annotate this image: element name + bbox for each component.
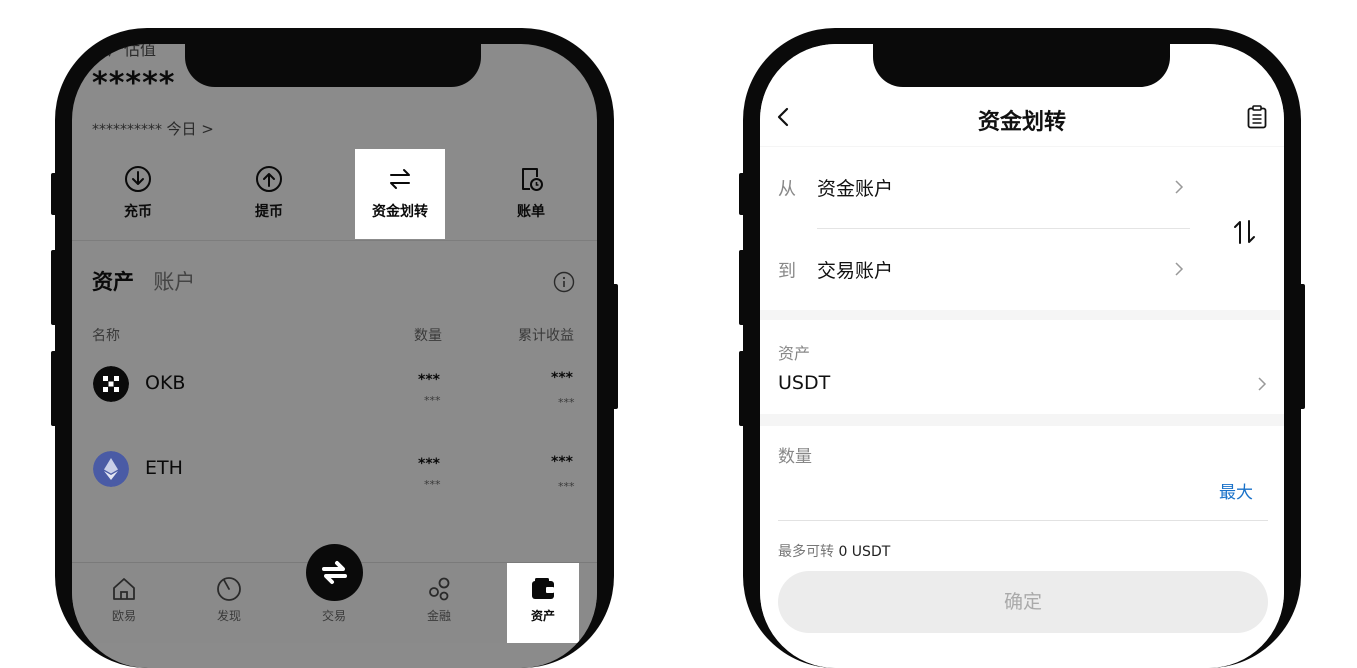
from-account-row[interactable]: 从 资金账户: [760, 147, 1194, 227]
amount-card: 数量 最大 最多可转 0 USDT 确定: [760, 426, 1284, 668]
transfer-accounts-card: 从 资金账户 到 交易账户: [760, 147, 1284, 310]
to-account-row[interactable]: 到 交易账户: [760, 229, 1194, 309]
profit-mask: ***: [551, 370, 573, 386]
column-name-header: 名称: [92, 328, 120, 344]
asset-select-row[interactable]: 资产 USDT: [760, 320, 1284, 414]
tab-assets-nav-label: 资产: [530, 609, 555, 623]
coin-name: OKB: [145, 372, 186, 394]
withdraw-button[interactable]: 提币: [224, 149, 314, 239]
tab-assets[interactable]: 资产: [92, 270, 134, 294]
volume-down-button: [739, 351, 745, 426]
confirm-button[interactable]: 确定: [778, 571, 1268, 633]
available-value: 0 USDT: [838, 544, 891, 560]
power-button: [1299, 284, 1305, 409]
available-label: 最多可转: [778, 544, 834, 560]
amount-label: 数量: [778, 447, 812, 467]
bill-button[interactable]: 账单: [486, 149, 576, 239]
notch: [185, 44, 481, 87]
withdraw-label: 提币: [255, 204, 283, 220]
nav-header: 资金划转: [760, 84, 1284, 146]
notch: [873, 44, 1170, 87]
today-label: 今日 >: [166, 120, 214, 138]
profit-mask: ***: [551, 454, 573, 470]
amount-underline: [778, 520, 1268, 521]
trade-fab[interactable]: [306, 544, 363, 601]
record-icon[interactable]: [1246, 105, 1268, 129]
chevron-right-icon: [1175, 180, 1184, 194]
tab-accounts[interactable]: 账户: [153, 270, 195, 294]
amount-sub-mask: ***: [424, 478, 441, 491]
tab-home[interactable]: 欧易: [88, 563, 160, 643]
transfer-button[interactable]: 资金划转: [355, 149, 445, 239]
divider: [72, 240, 597, 241]
phone-frame-left: 资产估值 ***** ********** 今日 > 充币 提币 资金划转 账单…: [51, 28, 618, 668]
transfer-icon: [390, 169, 410, 189]
asset-tabs: 资产 账户: [92, 266, 195, 296]
wallet-icon: [532, 578, 554, 599]
page-title: 资金划转: [977, 110, 1066, 135]
info-icon[interactable]: [553, 271, 575, 293]
volume-up-button: [739, 250, 745, 325]
asset-label: 资产: [778, 344, 811, 363]
max-button[interactable]: 最大: [1219, 478, 1253, 503]
available-amount: 最多可转 0 USDT: [778, 541, 890, 561]
tab-finance[interactable]: 金融: [403, 563, 475, 643]
bill-icon: [522, 168, 543, 191]
from-label: 从: [778, 179, 796, 200]
column-profit-header: 累计收益: [518, 328, 574, 344]
mute-switch: [739, 173, 745, 215]
tab-finance-label: 金融: [426, 609, 451, 623]
trade-icon: [322, 561, 347, 584]
phone-frame-right: 资金划转 从 资金账户 到 交易账户 资产 USDT 数量 最大 最多可转 0 …: [739, 28, 1305, 668]
chevron-right-icon: [1175, 262, 1184, 276]
amount-mask: ***: [418, 456, 440, 472]
discover-icon: [217, 577, 241, 601]
amount-input[interactable]: [778, 470, 1214, 502]
coin-row-eth[interactable]: ETH *** *** *** ***: [72, 434, 597, 504]
tab-discover-label: 发现: [216, 609, 241, 623]
asset-value: USDT: [778, 372, 831, 394]
to-label: 到: [778, 261, 796, 282]
deposit-icon: [125, 166, 151, 192]
volume-down-button: [51, 351, 57, 426]
home-icon: [113, 578, 135, 600]
balance-mask[interactable]: *****: [92, 66, 175, 101]
deposit-label: 充币: [124, 204, 152, 220]
eth-logo-icon: [93, 451, 129, 487]
coin-row-okb[interactable]: OKB *** *** *** ***: [72, 350, 597, 420]
transfer-label: 资金划转: [372, 204, 428, 220]
daily-change-mask: **********: [92, 122, 162, 138]
daily-change[interactable]: ********** 今日 >: [92, 118, 214, 139]
deposit-button[interactable]: 充币: [93, 149, 183, 239]
volume-up-button: [51, 250, 57, 325]
transfer-screen: 资金划转 从 资金账户 到 交易账户 资产 USDT 数量 最大 最多可转 0 …: [760, 44, 1284, 668]
tab-home-label: 欧易: [111, 609, 136, 623]
asset-valuation-title: 资产估值: [92, 44, 157, 59]
amount-mask: ***: [418, 372, 440, 388]
assets-screen: 资产估值 ***** ********** 今日 > 充币 提币 资金划转 账单…: [72, 44, 597, 668]
tab-discover[interactable]: 发现: [193, 563, 265, 643]
chevron-right-icon: [1258, 377, 1267, 391]
profit-sub-mask: ***: [558, 480, 575, 493]
okb-logo-icon: [93, 366, 129, 402]
tab-assets-nav[interactable]: 资产: [507, 563, 579, 643]
profit-sub-mask: ***: [558, 396, 575, 409]
mute-switch: [51, 173, 57, 215]
amount-sub-mask: ***: [424, 394, 441, 407]
withdraw-icon: [256, 166, 282, 192]
coin-name: ETH: [145, 457, 183, 479]
tab-trade-label: 交易: [321, 609, 346, 623]
to-account-value: 交易账户: [817, 260, 894, 282]
from-account-value: 资金账户: [817, 178, 894, 200]
finance-icon: [429, 577, 450, 601]
column-amount-header: 数量: [414, 328, 442, 344]
swap-direction-icon[interactable]: [1232, 219, 1258, 245]
power-button: [612, 284, 618, 409]
bill-label: 账单: [517, 204, 545, 220]
